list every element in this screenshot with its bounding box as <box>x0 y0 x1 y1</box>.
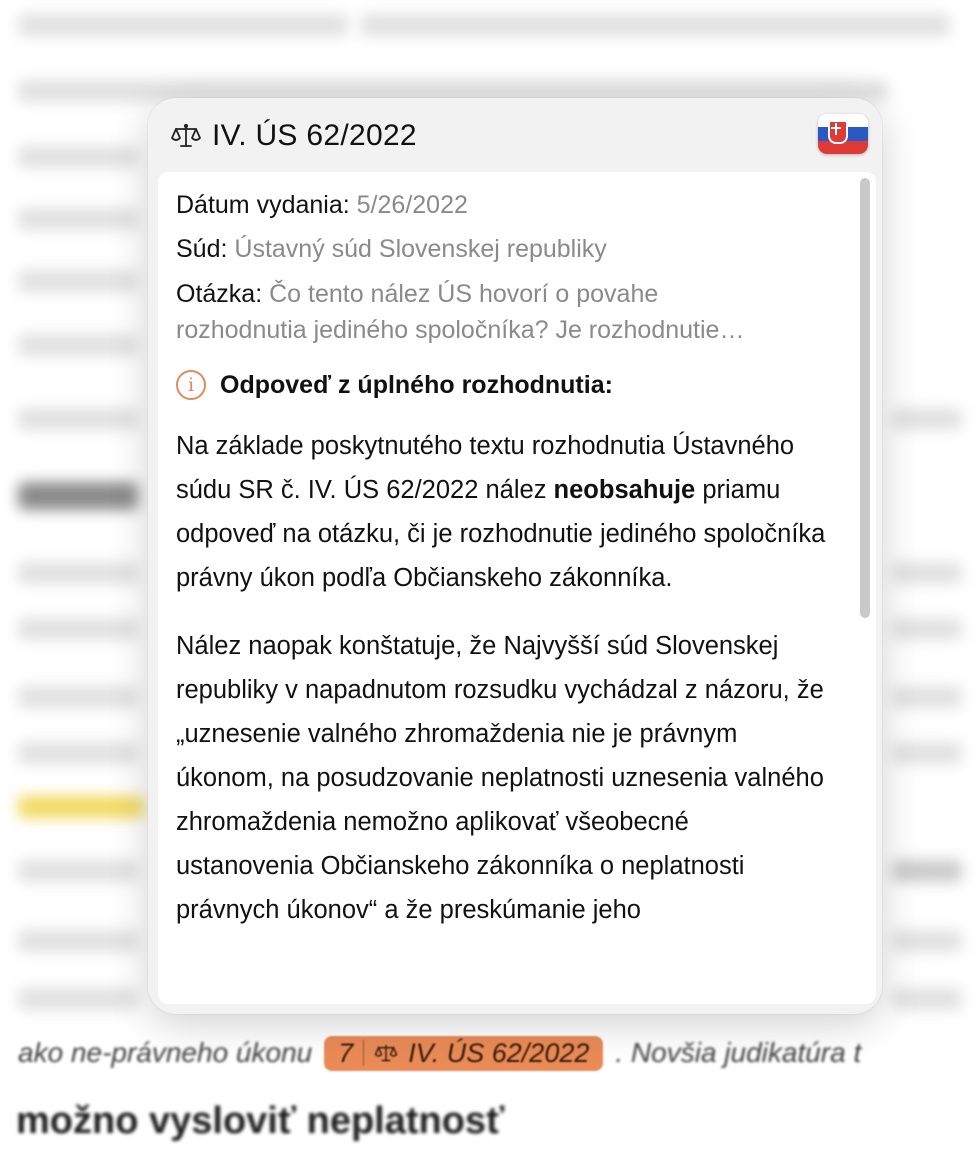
popover-content[interactable]: Dátum vydania: 5/26/2022 Súd: Ústavný sú… <box>158 172 876 1004</box>
blurred-text-line <box>892 618 962 640</box>
blurred-text-line <box>18 208 138 230</box>
blurred-text-line <box>892 686 962 708</box>
date-value: 5/26/2022 <box>356 191 468 219</box>
scale-icon <box>171 123 201 147</box>
scrollbar[interactable] <box>860 178 870 618</box>
question-label: Otázka: <box>176 280 263 308</box>
blurred-text-line <box>360 14 950 36</box>
blurred-text-line <box>892 988 962 1010</box>
blurred-text-line <box>18 562 138 584</box>
blurred-heading <box>18 482 138 510</box>
blurred-text-line <box>18 930 138 952</box>
blurred-text-line <box>18 988 138 1010</box>
background-text: ako ne-právneho úkonu <box>18 1037 313 1068</box>
case-details: Dátum vydania: 5/26/2022 Súd: Ústavný sú… <box>176 186 826 932</box>
blurred-text-line <box>892 742 962 764</box>
popover-header: IV. ÚS 62/2022 <box>170 114 868 158</box>
background-citation-line: ako ne-právneho úkonu 7 IV. ÚS 62/2022 .… <box>18 1032 861 1074</box>
blurred-highlight <box>18 796 144 818</box>
info-icon: i <box>176 370 206 400</box>
blurred-text-line <box>18 618 138 640</box>
blurred-text-line <box>18 14 348 36</box>
court-row: Súd: Ústavný súd Slovenskej republiky <box>176 230 826 268</box>
question-line-1: Čo tento nález ÚS hovorí o povahe <box>269 280 659 308</box>
case-title: IV. ÚS 62/2022 <box>212 119 417 152</box>
slovakia-flag-icon <box>818 114 868 154</box>
answer-paragraph: Nález naopak konštatuje, že Najvyšší súd… <box>176 632 824 924</box>
citation-chip[interactable]: 7 IV. ÚS 62/2022 <box>324 1035 604 1071</box>
date-row: Dátum vydania: 5/26/2022 <box>176 186 826 224</box>
court-value: Ústavný súd Slovenskej republiky <box>234 235 607 263</box>
blurred-text-line <box>892 930 962 952</box>
blurred-text-line <box>18 334 138 356</box>
date-label: Dátum vydania: <box>176 191 350 219</box>
citation-case: IV. ÚS 62/2022 <box>408 1037 590 1068</box>
case-popover[interactable]: IV. ÚS 62/2022 Dátum vydania: 5/26/2022 … <box>148 98 882 1014</box>
blurred-text-line <box>892 562 962 584</box>
background-heading: možno vysloviť neplatnosť <box>16 1100 505 1142</box>
answer-paragraph: Na základe poskytnutého textu rozhodnuti… <box>176 424 826 600</box>
answer-heading-row: i Odpoveď z úplného rozhodnutia: <box>176 370 826 400</box>
citation-separator <box>363 1040 365 1066</box>
answer-heading: Odpoveď z úplného rozhodnutia: <box>220 370 613 399</box>
blurred-text-line <box>892 860 962 882</box>
question-row: Otázka: Čo tento nález ÚS hovorí o povah… <box>176 276 826 348</box>
blurred-text-line <box>18 146 138 168</box>
blurred-text-line <box>18 860 138 882</box>
blurred-text-line <box>18 742 138 764</box>
question-line-2: rozhodnutia jediného spoločníka? Je rozh… <box>176 316 745 344</box>
blurred-text-line <box>18 686 138 708</box>
answer-emphasis: neobsahuje <box>553 476 696 504</box>
blurred-text-line <box>18 270 138 292</box>
court-label: Súd: <box>176 235 228 263</box>
citation-number: 7 <box>338 1037 354 1068</box>
blurred-text-line <box>18 408 138 430</box>
blurred-text-line <box>892 408 962 430</box>
scale-icon <box>374 1044 398 1062</box>
background-text: . Novšia judikatúra t <box>615 1037 862 1068</box>
